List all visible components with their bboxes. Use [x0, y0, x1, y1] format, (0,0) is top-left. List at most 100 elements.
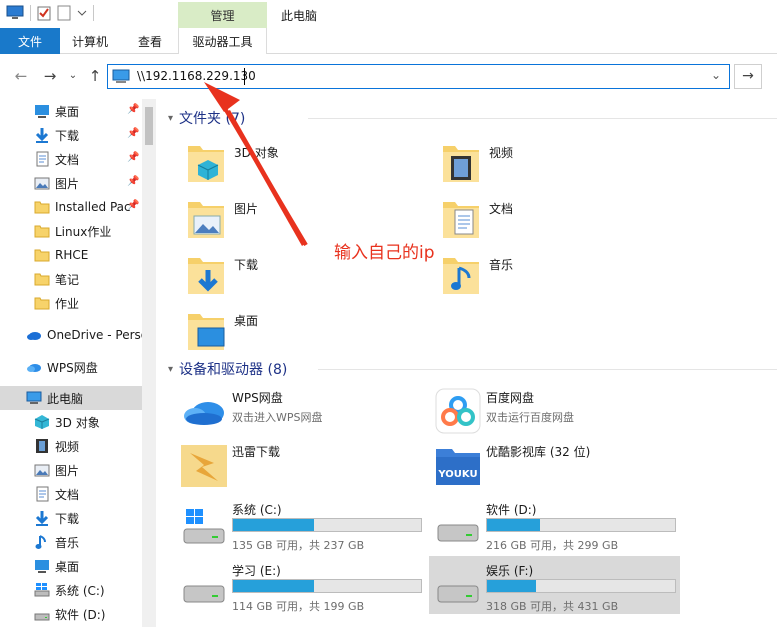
device-xunlei[interactable]: 迅雷下载	[180, 439, 430, 493]
desktop-icon	[35, 560, 49, 573]
device-name: 百度网盘	[486, 391, 535, 405]
sidebar-item-documents[interactable]: 文档 📌	[0, 147, 142, 171]
baidu-netdisk-icon	[435, 388, 481, 434]
dropdown-arrow-icon[interactable]	[77, 5, 87, 21]
sidebar-item-drive-c[interactable]: 系统 (C:)	[0, 578, 142, 602]
sidebar-item-this-pc[interactable]: 此电脑	[0, 386, 142, 410]
drive-f[interactable]: 娱乐 (F:) 318 GB 可用，共 431 GB	[429, 556, 680, 614]
wps-cloud-icon	[184, 402, 224, 425]
sidebar-item-label: 3D 对象	[55, 415, 100, 430]
recent-dropdown-icon[interactable]: ⌄	[64, 67, 82, 85]
folder-item-label: 视频	[489, 145, 514, 160]
drive-icon	[34, 613, 50, 621]
sidebar-item-label: RHCE	[55, 248, 89, 262]
sidebar-item-onedrive[interactable]: OneDrive - Perso	[0, 323, 142, 347]
tab-computer[interactable]: 计算机	[60, 28, 120, 54]
tab-view[interactable]: 查看	[122, 28, 178, 54]
folder-item-pictures[interactable]: 图片	[184, 193, 258, 247]
device-wps-cloud[interactable]: WPS网盘 双击进入WPS网盘	[180, 385, 430, 439]
up-arrow-icon[interactable]: ↑	[86, 67, 104, 85]
address-bar[interactable]: \\192.1168.229.130 ⌄	[107, 64, 730, 89]
folders-group-header[interactable]: ▾ 文件夹 (7)	[168, 108, 777, 128]
device-name: WPS网盘	[232, 391, 283, 405]
group-divider	[308, 118, 777, 119]
chevron-down-icon[interactable]: ▾	[168, 113, 173, 124]
onedrive-cloud-icon	[27, 332, 41, 340]
sidebar-scrollbar[interactable]	[142, 99, 156, 627]
tab-drive-tools[interactable]: 驱动器工具	[178, 28, 267, 54]
sidebar-item-label: 图片	[55, 463, 80, 478]
properties-icon[interactable]	[37, 5, 51, 21]
folder-item-downloads[interactable]: 下载	[184, 249, 258, 303]
chevron-down-icon[interactable]: ⌄	[711, 68, 721, 82]
sidebar-item-documents-pc[interactable]: 文档	[0, 482, 142, 506]
folder-icon	[34, 201, 50, 214]
forward-arrow-icon[interactable]: →	[41, 67, 59, 85]
sidebar-item-desktop[interactable]: 桌面 📌	[0, 99, 142, 123]
sidebar-item-wps-cloud[interactable]: WPS网盘	[0, 355, 142, 379]
folder-item-3d-objects[interactable]: 3D 对象	[184, 137, 279, 191]
device-youku[interactable]: YOUKU 优酷影视库 (32 位)	[434, 439, 684, 493]
drive-usage-bar	[232, 579, 422, 593]
drive-usage-bar	[486, 518, 676, 532]
new-folder-icon[interactable]	[57, 5, 71, 21]
drive-name: 系统 (C:)	[232, 503, 282, 517]
drive-usage-fill	[487, 519, 540, 531]
drive-icon	[437, 585, 479, 603]
sidebar-item-notes[interactable]: 笔记	[0, 267, 142, 291]
sidebar-item-installed-packages[interactable]: Installed Pac 📌	[0, 195, 142, 219]
drive-c[interactable]: 系统 (C:) 135 GB 可用，共 237 GB	[180, 497, 430, 552]
wps-cloud-icon	[27, 364, 41, 372]
sidebar-item-downloads-pc[interactable]: 下载	[0, 506, 142, 530]
pin-icon[interactable]: 📌	[127, 200, 139, 211]
sidebar-item-homework[interactable]: 作业	[0, 291, 142, 315]
folder-item-documents[interactable]: 文档	[439, 193, 513, 247]
sidebar-item-label: 文档	[55, 152, 80, 167]
drive-free-space: 135 GB 可用，共 237 GB	[232, 539, 365, 552]
group-divider	[318, 369, 777, 370]
pin-icon[interactable]: 📌	[127, 176, 139, 187]
sidebar-item-pictures[interactable]: 图片 📌	[0, 171, 142, 195]
folder-item-music[interactable]: 音乐	[439, 249, 513, 303]
sidebar-item-pictures-pc[interactable]: 图片	[0, 458, 142, 482]
sidebar-item-label: WPS网盘	[47, 360, 98, 375]
cube-folder-icon	[188, 146, 224, 182]
pin-icon[interactable]: 📌	[127, 104, 139, 115]
folder-item-label: 音乐	[489, 257, 514, 272]
folder-item-desktop[interactable]: 桌面	[184, 305, 258, 359]
sidebar-item-music[interactable]: 音乐	[0, 530, 142, 554]
music-folder-icon	[443, 258, 479, 294]
drive-e[interactable]: 学习 (E:) 114 GB 可用，共 199 GB	[180, 558, 430, 613]
sidebar-item-drive-d[interactable]: 软件 (D:)	[0, 602, 142, 626]
devices-group-header[interactable]: ▾ 设备和驱动器 (8)	[168, 359, 777, 379]
back-arrow-icon[interactable]: ←	[12, 67, 30, 85]
sidebar-item-videos[interactable]: 视频	[0, 434, 142, 458]
video-icon	[36, 439, 48, 453]
folder-item-videos[interactable]: 视频	[439, 137, 513, 191]
address-path[interactable]: \\192.1168.229.130	[137, 69, 256, 83]
device-baidu-netdisk[interactable]: 百度网盘 双击运行百度网盘	[434, 385, 684, 439]
sidebar-item-rhce[interactable]: RHCE	[0, 243, 142, 267]
manage-tab[interactable]: 管理	[178, 2, 267, 28]
sidebar-item-downloads[interactable]: 下载 📌	[0, 123, 142, 147]
chevron-down-icon[interactable]: ▾	[168, 364, 173, 375]
tab-drive-tools-label: 驱动器工具	[192, 34, 253, 49]
text-caret	[244, 68, 245, 85]
go-button[interactable]: →	[734, 64, 762, 89]
sidebar-item-desktop-pc[interactable]: 桌面	[0, 554, 142, 578]
scrollbar-thumb[interactable]	[145, 107, 153, 145]
tab-file[interactable]: 文件	[0, 28, 60, 54]
quick-access-toolbar	[6, 5, 94, 21]
computer-icon[interactable]	[6, 5, 24, 21]
sidebar-item-label: 桌面	[55, 559, 80, 574]
sidebar-item-3d-objects[interactable]: 3D 对象	[0, 410, 142, 434]
document-folder-icon	[443, 202, 479, 238]
pin-icon[interactable]: 📌	[127, 128, 139, 139]
folder-item-label: 文档	[489, 201, 514, 216]
sidebar-item-linux-homework[interactable]: Linux作业	[0, 219, 142, 243]
drive-usage-fill	[487, 580, 536, 592]
document-icon	[36, 151, 49, 167]
drive-d[interactable]: 软件 (D:) 216 GB 可用，共 299 GB	[434, 497, 684, 552]
folder-icon	[34, 297, 50, 310]
pin-icon[interactable]: 📌	[127, 152, 139, 163]
